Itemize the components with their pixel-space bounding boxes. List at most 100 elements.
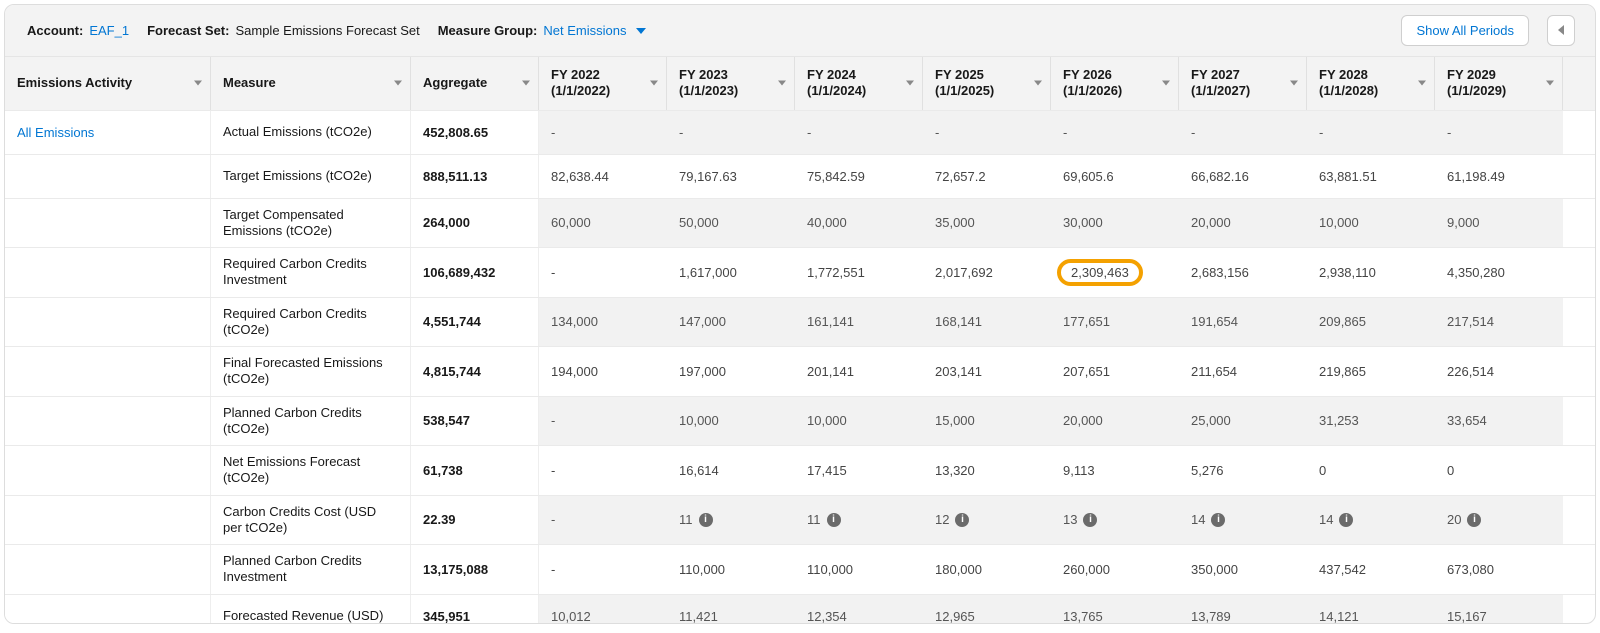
measure-cell: Required Carbon Credits Investment xyxy=(211,248,411,297)
chevron-down-icon[interactable] xyxy=(522,81,530,86)
aggregate-cell: 888,511.13 xyxy=(411,155,539,198)
col-fy-2028[interactable]: FY 2028(1/1/2028) xyxy=(1307,57,1435,110)
account-filter: Account: EAF_1 xyxy=(27,23,129,38)
aggregate-cell: 4,551,744 xyxy=(411,298,539,347)
col-aggregate[interactable]: Aggregate xyxy=(411,57,539,110)
filter-bar: Account: EAF_1 Forecast Set: Sample Emis… xyxy=(5,5,1595,57)
chevron-down-icon[interactable] xyxy=(194,81,202,86)
measure-cell: Actual Emissions (tCO2e) xyxy=(211,111,411,154)
col-emissions-activity[interactable]: Emissions Activity xyxy=(5,57,211,110)
value-cell: 31,253 xyxy=(1307,397,1435,446)
value-cell: 207,651 xyxy=(1051,347,1179,396)
highlighted-value: 2,309,463 xyxy=(1057,259,1143,286)
value-cell: 226,514 xyxy=(1435,347,1563,396)
chevron-down-icon[interactable] xyxy=(906,81,914,86)
value-cell: 11i xyxy=(795,496,923,545)
account-link[interactable]: EAF_1 xyxy=(89,23,129,38)
value-cell: 11,421 xyxy=(667,595,795,624)
collapse-panel-button[interactable] xyxy=(1547,15,1575,46)
forecast-set-value: Sample Emissions Forecast Set xyxy=(235,23,419,38)
col-fy-2024[interactable]: FY 2024(1/1/2024) xyxy=(795,57,923,110)
value-cell: 15,167 xyxy=(1435,595,1563,624)
info-icon[interactable]: i xyxy=(827,513,841,527)
col-fy-2027[interactable]: FY 2027(1/1/2027) xyxy=(1179,57,1307,110)
col-fy-2029[interactable]: FY 2029(1/1/2029) xyxy=(1435,57,1563,110)
value-cell: 17,415 xyxy=(795,446,923,495)
emissions-forecast-panel: Account: EAF_1 Forecast Set: Sample Emis… xyxy=(4,4,1596,624)
info-icon[interactable]: i xyxy=(1211,513,1225,527)
all-emissions-link[interactable]: All Emissions xyxy=(17,125,94,140)
measure-cell: Planned Carbon Credits Investment xyxy=(211,545,411,594)
info-icon[interactable]: i xyxy=(1467,513,1481,527)
value-cell: 4,350,280 xyxy=(1435,248,1563,297)
value-cell: 14,121 xyxy=(1307,595,1435,624)
value-cell: 177,651 xyxy=(1051,298,1179,347)
value-cell: 10,012 xyxy=(539,595,667,624)
table-row: Planned Carbon Credits Investment13,175,… xyxy=(5,545,1595,595)
value-cell: 2,683,156 xyxy=(1179,248,1307,297)
emissions-table: Emissions Activity Measure Aggregate FY … xyxy=(5,57,1595,623)
table-row: Carbon Credits Cost (USD per tCO2e)22.39… xyxy=(5,496,1595,546)
value-cell: 10,000 xyxy=(667,397,795,446)
col-measure[interactable]: Measure xyxy=(211,57,411,110)
table-row: Required Carbon Credits Investment106,68… xyxy=(5,248,1595,298)
chevron-down-icon[interactable] xyxy=(1162,81,1170,86)
chevron-down-icon[interactable] xyxy=(1034,81,1042,86)
value-cell: - xyxy=(539,446,667,495)
table-row: Target Compensated Emissions (tCO2e)264,… xyxy=(5,199,1595,249)
value-cell: 10,000 xyxy=(1307,199,1435,248)
value-cell: 134,000 xyxy=(539,298,667,347)
measure-group-filter[interactable]: Measure Group: Net Emissions xyxy=(438,23,647,38)
aggregate-cell: 538,547 xyxy=(411,397,539,446)
aggregate-cell: 264,000 xyxy=(411,199,539,248)
activity-cell[interactable]: All Emissions xyxy=(5,111,211,154)
show-all-periods-button[interactable]: Show All Periods xyxy=(1401,15,1529,46)
value-cell: 20i xyxy=(1435,496,1563,545)
measure-cell: Net Emissions Forecast (tCO2e) xyxy=(211,446,411,495)
value-cell: 2,017,692 xyxy=(923,248,1051,297)
col-fy-2026[interactable]: FY 2026(1/1/2026) xyxy=(1051,57,1179,110)
value-cell: 75,842.59 xyxy=(795,155,923,198)
col-fy-2025[interactable]: FY 2025(1/1/2025) xyxy=(923,57,1051,110)
chevron-down-icon[interactable] xyxy=(1418,81,1426,86)
value-cell: - xyxy=(539,397,667,446)
info-icon[interactable]: i xyxy=(1083,513,1097,527)
measure-group-value[interactable]: Net Emissions xyxy=(543,23,626,38)
value-cell: 9,000 xyxy=(1435,199,1563,248)
forecast-set-label: Forecast Set: xyxy=(147,23,229,38)
measure-cell: Required Carbon Credits (tCO2e) xyxy=(211,298,411,347)
value-cell: - xyxy=(539,496,667,545)
col-fy-2023[interactable]: FY 2023(1/1/2023) xyxy=(667,57,795,110)
value-cell: 33,654 xyxy=(1435,397,1563,446)
info-icon[interactable]: i xyxy=(955,513,969,527)
value-cell: 16,614 xyxy=(667,446,795,495)
aggregate-cell: 61,738 xyxy=(411,446,539,495)
forecast-set-filter: Forecast Set: Sample Emissions Forecast … xyxy=(147,23,420,38)
activity-cell xyxy=(5,248,211,297)
value-cell: 50,000 xyxy=(667,199,795,248)
chevron-down-icon[interactable] xyxy=(1546,81,1554,86)
value-cell: 13,789 xyxy=(1179,595,1307,624)
account-label: Account: xyxy=(27,23,83,38)
col-fy-2022[interactable]: FY 2022(1/1/2022) xyxy=(539,57,667,110)
chevron-down-icon[interactable] xyxy=(778,81,786,86)
value-cell: 72,657.2 xyxy=(923,155,1051,198)
aggregate-cell: 4,815,744 xyxy=(411,347,539,396)
activity-cell xyxy=(5,155,211,198)
measure-cell: Target Emissions (tCO2e) xyxy=(211,155,411,198)
chevron-down-icon[interactable] xyxy=(394,81,402,86)
value-cell: 12i xyxy=(923,496,1051,545)
activity-cell xyxy=(5,496,211,545)
value-cell: 13i xyxy=(1051,496,1179,545)
value-cell: 61,198.49 xyxy=(1435,155,1563,198)
aggregate-cell: 345,951 xyxy=(411,595,539,624)
chevron-down-icon[interactable] xyxy=(1290,81,1298,86)
info-icon[interactable]: i xyxy=(699,513,713,527)
info-icon[interactable]: i xyxy=(1339,513,1353,527)
table-row: Target Emissions (tCO2e)888,511.1382,638… xyxy=(5,155,1595,199)
value-cell: 35,000 xyxy=(923,199,1051,248)
table-row: Final Forecasted Emissions (tCO2e)4,815,… xyxy=(5,347,1595,397)
value-cell: 191,654 xyxy=(1179,298,1307,347)
chevron-down-icon[interactable] xyxy=(650,81,658,86)
measure-cell: Planned Carbon Credits (tCO2e) xyxy=(211,397,411,446)
